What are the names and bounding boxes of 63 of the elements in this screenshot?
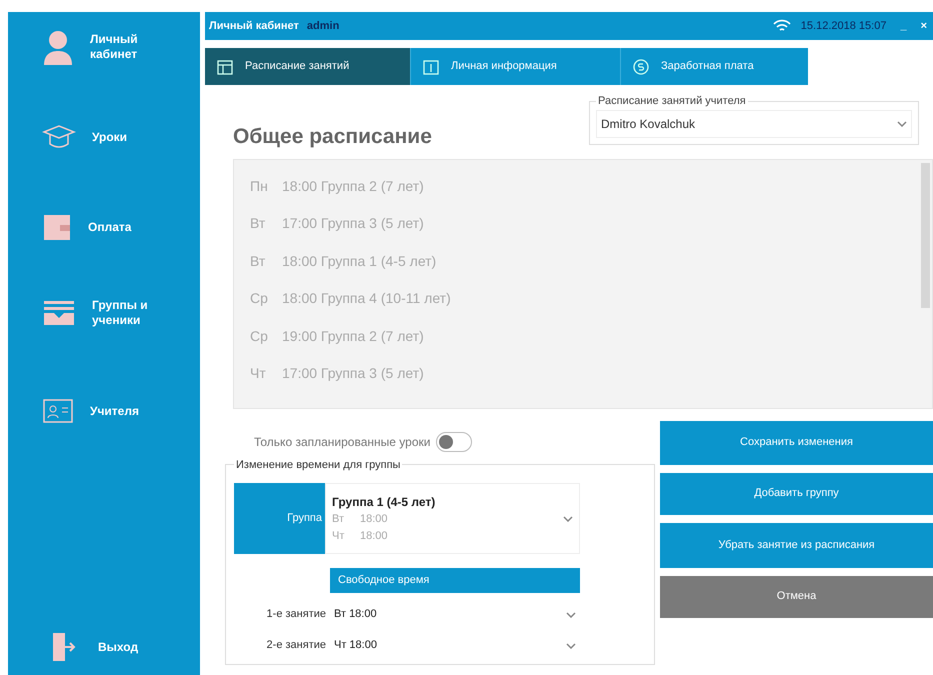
toggle-switch[interactable]: [436, 432, 472, 452]
tab[interactable]: Заработная плата: [620, 48, 808, 85]
group-edit-legend: Изменение времени для группы: [234, 456, 402, 473]
tab[interactable]: Личная информация: [410, 48, 620, 85]
free-time-header: Свободное время: [330, 568, 580, 593]
action-button[interactable]: Добавить группу: [660, 472, 933, 514]
scrollbar[interactable]: [921, 162, 930, 308]
sidebar-item[interactable]: Уроки: [8, 114, 200, 160]
day-label: Чт: [332, 528, 346, 544]
group-label: Группа: [234, 483, 325, 554]
minimize-button[interactable]: _: [898, 18, 909, 34]
calendar-icon: [217, 58, 233, 74]
schedule-entry[interactable]: 18:00 Группа 2 (7 лет): [282, 176, 424, 197]
document-icon: [423, 58, 439, 74]
toggle-label: Только запланированные уроки: [254, 434, 430, 450]
time-label: 18:00: [360, 528, 388, 544]
chevron-down-icon: [563, 516, 573, 522]
page-title: Общее расписание: [233, 124, 433, 150]
id-card-icon: [42, 397, 74, 425]
cancel-button[interactable]: Отмена: [660, 576, 933, 618]
time-label: 18:00: [360, 512, 388, 527]
sidebar-item[interactable]: Личный кабинет: [8, 24, 200, 70]
teacher-select[interactable]: Dmitro Kovalchuk: [596, 110, 912, 138]
chevron-down-icon: [897, 120, 907, 126]
action-button[interactable]: Убрать занятие из расписания: [660, 522, 933, 568]
logout-button[interactable]: Выход: [8, 627, 200, 667]
day-label: Вт: [332, 512, 346, 527]
day-label: Вт: [250, 252, 266, 271]
teacher-select-legend: Расписание занятий учителя: [596, 93, 748, 110]
action-button[interactable]: Сохранить изменения: [660, 420, 933, 464]
sidebar-item[interactable]: Учителя: [8, 388, 200, 434]
person-icon: [42, 29, 74, 65]
coin-icon: [633, 58, 649, 74]
close-button[interactable]: ×: [918, 18, 929, 34]
chevron-down-icon: [566, 642, 576, 648]
wallet-icon: [42, 212, 72, 242]
sidebar-item[interactable]: Оплата: [8, 204, 200, 250]
lesson-label: 2-е занятие: [266, 638, 327, 654]
schedule-entry[interactable]: 17:00 Группа 3 (5 лет): [282, 363, 424, 384]
time-select[interactable]: Вт 18:00: [330, 602, 580, 628]
wifi-icon: [772, 19, 791, 33]
tray-icon: [42, 298, 76, 328]
header-title: Личный кабинет: [209, 18, 299, 34]
exit-door-icon: [50, 631, 76, 663]
graduation-cap-icon: [42, 124, 76, 150]
time-select[interactable]: Чт 18:00: [330, 632, 580, 658]
group-select[interactable]: Группа 1 (4-5 лет) Вт 18:00 Чт 18:00: [325, 483, 580, 554]
day-label: Пн: [250, 176, 269, 196]
tab[interactable]: Расписание занятий: [205, 48, 410, 85]
schedule-entry[interactable]: 17:00 Группа 3 (5 лет): [282, 213, 424, 234]
user-name: admin: [306, 18, 340, 34]
chevron-down-icon: [566, 612, 576, 618]
day-label: Ср: [250, 289, 269, 308]
day-label: Чт: [250, 364, 267, 384]
schedule-entry[interactable]: 18:00 Группа 4 (10-11 лет): [282, 288, 451, 310]
date-time: 15.12.2018 15:07: [800, 18, 886, 34]
day-label: Вт: [250, 214, 266, 234]
day-label: Ср: [250, 326, 269, 346]
sidebar-item[interactable]: Группы и ученики: [8, 290, 200, 336]
lesson-label: 1-е занятие: [266, 607, 327, 622]
schedule-entry[interactable]: 19:00 Группа 2 (7 лет): [282, 326, 424, 347]
group-name: Группа 1 (4-5 лет): [332, 494, 436, 511]
schedule-entry[interactable]: 18:00 Группа 1 (4-5 лет): [282, 250, 436, 272]
